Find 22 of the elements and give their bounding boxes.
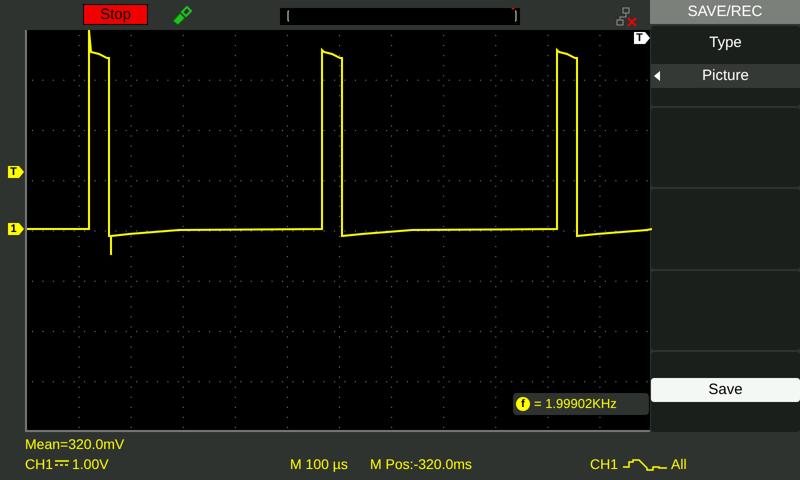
marker-pointer-icon <box>19 223 24 235</box>
frequency-reading: = 1.99902KHz <box>534 395 617 414</box>
usb-drive-icon <box>170 4 194 26</box>
horizontal-position: M Pos:-320.0ms <box>370 455 472 474</box>
option-value: Picture <box>651 64 800 88</box>
dc-coupling-icon <box>55 460 69 468</box>
channel-label: CH1 <box>25 455 54 474</box>
marker-pointer-icon <box>645 32 650 44</box>
time-base: M 100 µs <box>290 455 348 474</box>
save-button[interactable]: Save <box>651 378 800 402</box>
run-stop-indicator[interactable]: Stop <box>83 4 148 25</box>
option-label: Type <box>708 33 743 53</box>
network-disconnected-icon <box>616 7 638 27</box>
menu-option[interactable]: Type Picture <box>651 26 800 106</box>
trigger-source: CH1 <box>590 455 618 474</box>
marker-pointer-icon <box>19 166 24 178</box>
left-arrow-icon <box>654 71 660 81</box>
trigger-mode: All <box>671 455 687 474</box>
measurement-reading: Mean=320.0mV <box>25 435 124 454</box>
menu-title: SAVE/REC <box>650 0 800 24</box>
frequency-icon: f <box>516 397 530 411</box>
volts-per-division: 1.00V <box>72 455 109 474</box>
